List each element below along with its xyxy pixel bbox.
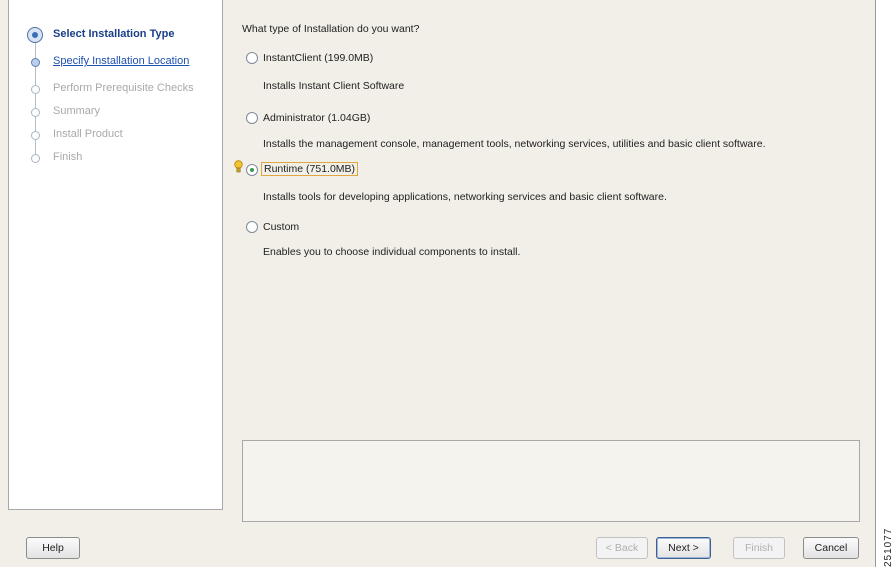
help-button[interactable]: Help [26,537,80,559]
radio-button[interactable] [246,221,258,233]
step-node-icon [31,58,40,67]
option-description: Installs tools for developing applicatio… [263,191,667,203]
content-pane: What type of Installation do you want? I… [233,0,863,522]
option-label[interactable]: Custom [263,221,299,233]
step-specify-installation-location[interactable]: Specify Installation Location [9,52,219,80]
step-node-icon [31,131,40,140]
option-description: Installs Instant Client Software [263,80,405,92]
option-label[interactable]: Runtime (751.0MB) [261,162,359,176]
step-label: Perform Prerequisite Checks [53,82,194,94]
option-description: Installs the management console, managem… [263,138,766,150]
step-node-icon [31,154,40,163]
figure-id: 251077 [883,527,893,567]
radio-button[interactable] [246,52,258,64]
lightbulb-icon [234,160,243,173]
step-label: Finish [53,151,83,163]
radio-button[interactable] [246,112,258,124]
step-summary: Summary [9,102,219,127]
back-button: < Back [596,537,648,559]
finish-button: Finish [733,537,785,559]
step-node-icon [31,108,40,117]
option-label[interactable]: InstantClient (199.0MB) [263,52,373,64]
step-label: Summary [53,105,101,117]
steps-sidebar: Select Installation Type Specify Install… [8,0,223,510]
installer-window: Select Installation Type Specify Install… [0,0,876,567]
radio-button-selected[interactable] [246,164,258,176]
step-perform-prerequisite-checks: Perform Prerequisite Checks [9,79,219,107]
next-button[interactable]: Next > [656,537,711,559]
cancel-button[interactable]: Cancel [803,537,859,559]
step-current-icon [27,27,43,43]
question-text: What type of Installation do you want? [242,23,420,35]
step-label: Select Installation Type [53,28,175,40]
step-node-icon [31,85,40,94]
option-label[interactable]: Administrator (1.04GB) [263,112,370,124]
step-install-product: Install Product [9,125,219,150]
step-label[interactable]: Specify Installation Location [53,55,189,67]
step-label: Install Product [53,128,123,140]
step-select-installation-type: Select Installation Type [9,25,219,53]
step-finish: Finish [9,148,219,170]
option-description: Enables you to choose individual compone… [263,246,521,258]
description-panel [242,440,860,522]
